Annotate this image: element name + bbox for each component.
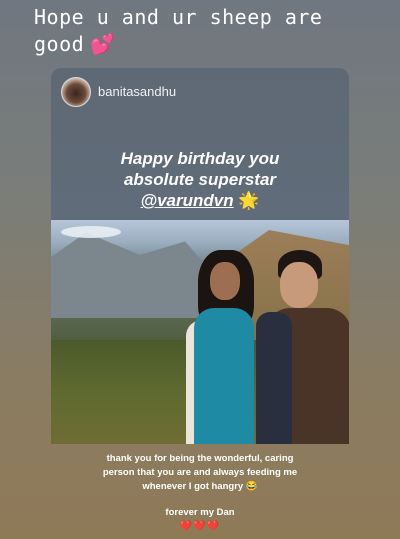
snow-patch — [61, 226, 121, 238]
laughing-icon: 😂 — [245, 481, 258, 492]
caption-line-3: whenever I got hangry 😂 — [51, 480, 349, 494]
caption-line-2: person that you are and always feeding m… — [102, 467, 298, 478]
post-photo[interactable] — [51, 220, 349, 444]
post-headline: Happy birthday you absolute superstar @v… — [51, 148, 349, 211]
caption-line-1: thank you for being the wonderful, carin… — [106, 453, 294, 464]
post-caption: thank you for being the wonderful, carin… — [51, 452, 349, 534]
hearts-icon: ❤️❤️❤️ — [179, 521, 221, 532]
shared-post-card[interactable]: banitasandhu Happy birthday you absolute… — [51, 68, 349, 220]
caption-line-3-text: whenever I got hangry — [142, 481, 244, 492]
signoff-text: forever my Dan — [165, 507, 235, 518]
star-icon: 🌟 — [238, 191, 260, 210]
post-username[interactable]: banitasandhu — [98, 84, 176, 99]
story-text-content: Hope u and ur sheep are good — [34, 5, 323, 56]
man-figure — [256, 250, 349, 444]
avatar[interactable] — [61, 77, 91, 107]
headline-line-3: @varundvn 🌟 — [51, 190, 349, 211]
mention-link[interactable]: @varundvn — [141, 191, 234, 210]
woman-figure — [186, 250, 266, 444]
headline-line-1: Happy birthday you — [120, 149, 280, 168]
headline-line-2: absolute superstar — [123, 170, 277, 189]
two-hearts-icon: 💕 — [90, 32, 116, 56]
story-text: Hope u and ur sheep are good 💕 — [34, 4, 384, 58]
